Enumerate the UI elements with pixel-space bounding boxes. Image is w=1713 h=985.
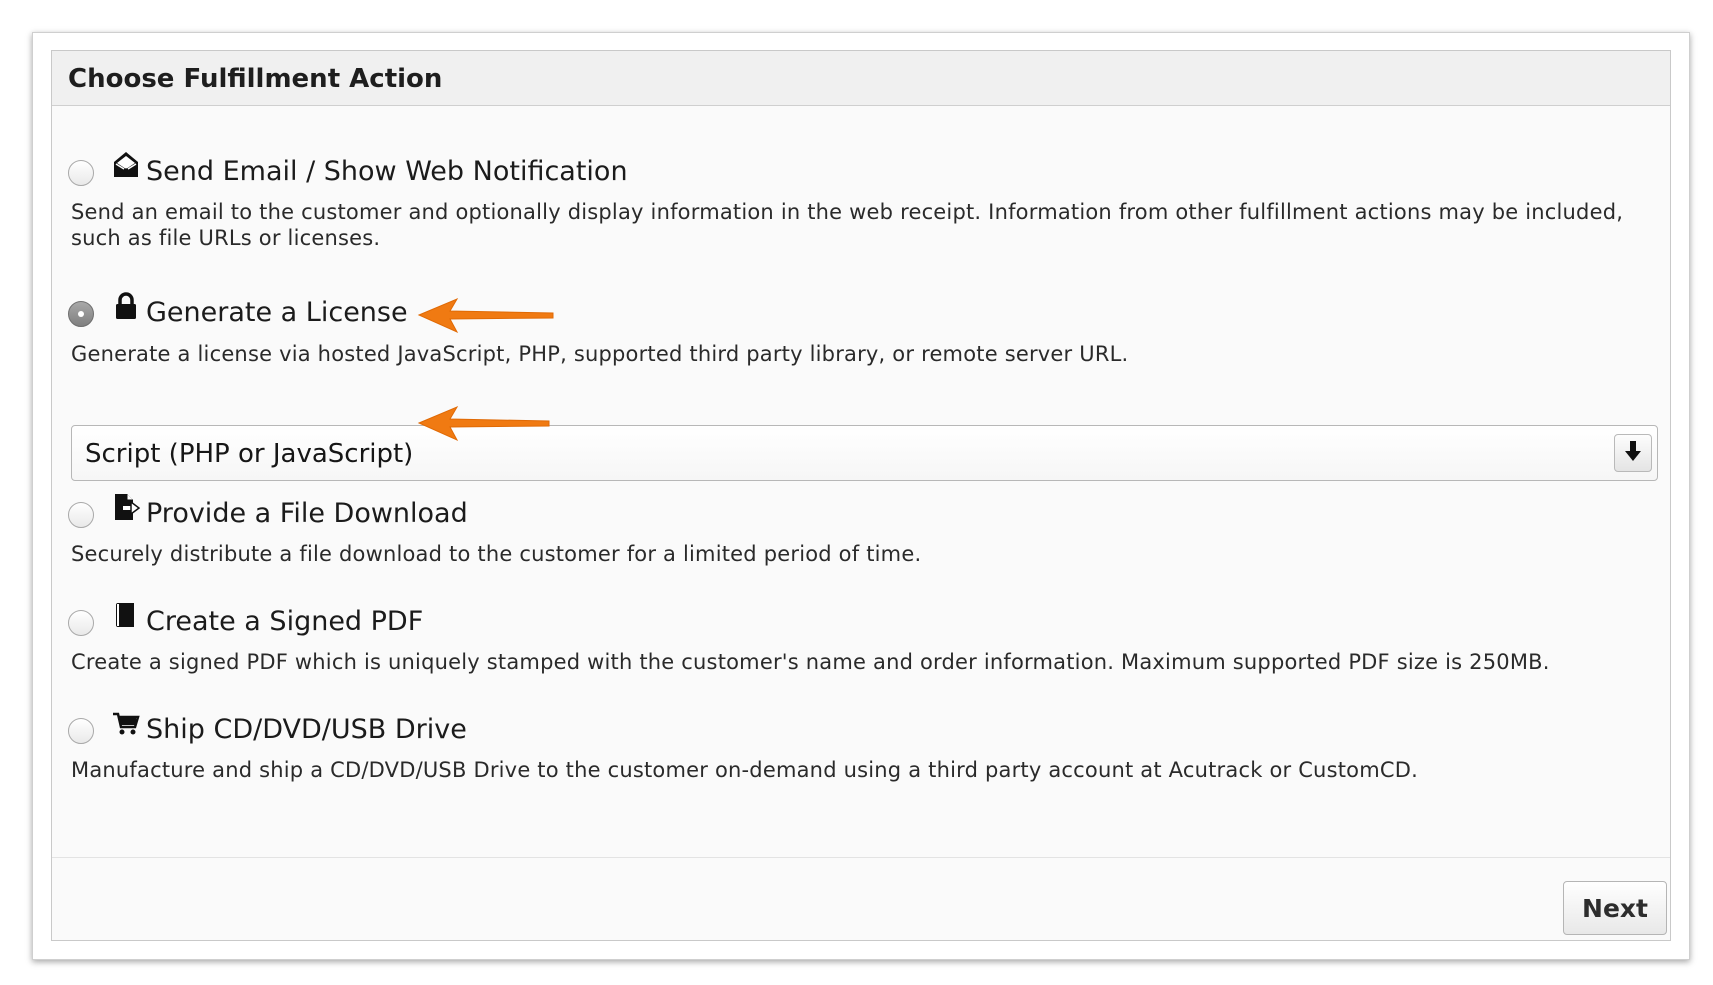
annotation-arrow [417,405,550,442]
option-generate-license[interactable]: Generate a License [68,292,408,332]
envelope-open-icon [112,150,140,180]
lock-icon [112,291,140,321]
option-file-download[interactable]: Provide a File Download [68,493,468,533]
shopping-cart-icon [112,708,140,738]
radio-ship-drive[interactable] [68,718,94,744]
radio-generate-license[interactable] [68,301,94,327]
license-type-select[interactable]: Script (PHP or JavaScript) [71,425,1658,481]
footer-divider [52,857,1670,858]
option-label: Ship CD/DVD/USB Drive [146,713,467,745]
option-description: Send an email to the customer and option… [71,200,1624,250]
annotation-arrow [417,297,554,334]
option-description: Generate a license via hosted JavaScript… [71,342,1129,366]
file-export-icon [112,492,140,522]
screenshot-frame: Choose Fulfillment Action Send Email / S… [32,32,1690,960]
option-signed-pdf[interactable]: Create a Signed PDF [68,601,423,641]
option-description: Create a signed PDF which is uniquely st… [71,650,1550,674]
option-label: Provide a File Download [146,497,468,529]
fulfillment-panel: Choose Fulfillment Action Send Email / S… [51,50,1671,941]
option-ship-drive[interactable]: Ship CD/DVD/USB Drive [68,709,467,749]
option-send-email[interactable]: Send Email / Show Web Notification [68,151,628,191]
next-button[interactable]: Next [1563,881,1667,935]
option-description: Manufacture and ship a CD/DVD/USB Drive … [71,758,1418,782]
radio-file-download[interactable] [68,502,94,528]
option-label: Generate a License [146,296,408,328]
book-icon [112,600,140,630]
option-description: Securely distribute a file download to t… [71,542,922,566]
panel-title: Choose Fulfillment Action [68,64,443,94]
option-label: Create a Signed PDF [146,605,424,637]
radio-signed-pdf[interactable] [68,610,94,636]
option-label: Send Email / Show Web Notification [146,155,628,187]
select-value: Script (PHP or JavaScript) [85,439,414,469]
select-dropdown-button[interactable] [1614,434,1652,472]
radio-send-email[interactable] [68,160,94,186]
arrow-down-icon [1624,440,1642,466]
panel-header: Choose Fulfillment Action [52,51,1670,106]
